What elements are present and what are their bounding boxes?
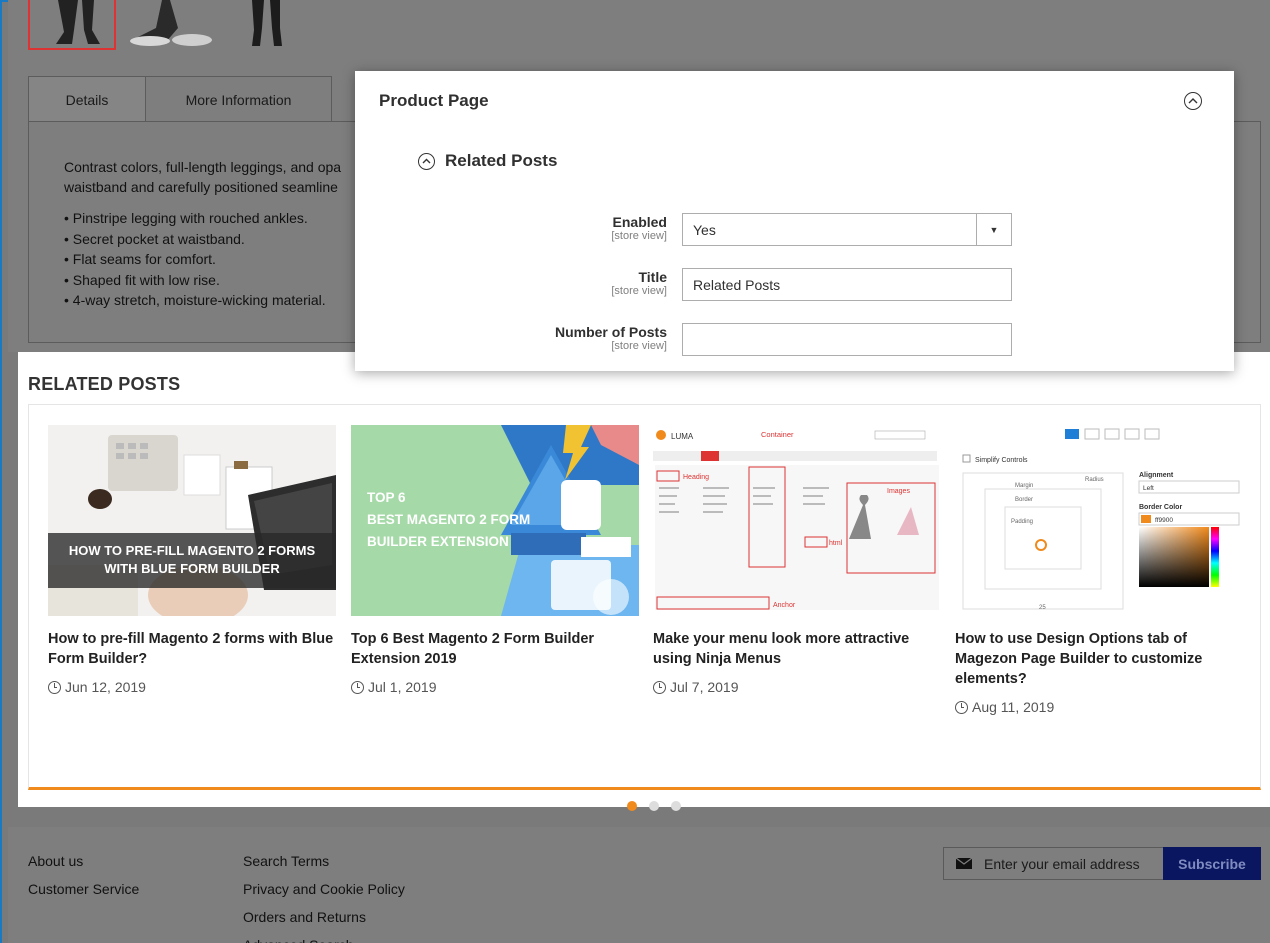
svg-text:Padding: Padding: [1011, 519, 1033, 525]
post-thumbnail[interactable]: Simplify Controls Margin Border Padding …: [955, 425, 1243, 616]
config-modal: Product Page Related Posts Enabled [stor…: [355, 71, 1234, 371]
collapse-icon[interactable]: [418, 152, 435, 170]
list-item: • Pinstripe legging with rouched ankles.: [64, 210, 308, 226]
post-card-4[interactable]: Simplify Controls Margin Border Padding …: [955, 425, 1243, 715]
clock-icon: [653, 680, 666, 694]
post-title[interactable]: How to pre-fill Magento 2 forms with Blu…: [48, 629, 336, 669]
related-posts-block: RELATED POSTS HOW TO PRE-FILL MAGENTO 2 …: [18, 352, 1270, 811]
chevron-down-icon[interactable]: ▼: [976, 214, 1011, 245]
title-input[interactable]: Related Posts: [682, 268, 1012, 301]
svg-text:Heading: Heading: [683, 474, 709, 481]
feature-list: • Pinstripe legging with rouched ankles.…: [64, 208, 326, 311]
svg-text:25: 25: [1039, 605, 1046, 611]
post-title[interactable]: How to use Design Options tab of Magezon…: [955, 629, 1243, 689]
field-label-enabled: Enabled [store view]: [611, 214, 667, 242]
thumbnail-1[interactable]: [28, 0, 116, 50]
section-title: Related Posts: [445, 151, 558, 170]
post-date: Jun 12, 2019: [48, 679, 336, 695]
svg-text:Images: Images: [887, 488, 910, 495]
svg-text:Radius: Radius: [1085, 477, 1104, 483]
svg-text:Alignment: Alignment: [1139, 472, 1174, 479]
footer-link-orders-returns[interactable]: Orders and Returns: [243, 903, 405, 931]
tab-details[interactable]: Details: [28, 76, 146, 122]
list-item: • Flat seams for comfort.: [64, 251, 216, 267]
clock-icon: [955, 700, 968, 714]
field-label-number-of-posts: Number of Posts [store view]: [554, 324, 667, 352]
footer-link-search-terms[interactable]: Search Terms: [243, 847, 405, 875]
related-posts-carousel: HOW TO PRE-FILL MAGENTO 2 FORMS WITH BLUE…: [28, 404, 1261, 811]
related-posts-heading: RELATED POSTS: [28, 374, 181, 394]
footer-link-privacy[interactable]: Privacy and Cookie Policy: [243, 875, 405, 903]
footer-link-customer-service[interactable]: Customer Service: [28, 875, 139, 903]
post-date: Jul 1, 2019: [351, 679, 639, 695]
post-thumbnail[interactable]: TOP 6 BEST MAGENTO 2 FORM BUILDER EXTENSIO…: [351, 425, 639, 616]
footer: About us Customer Service Search Terms P…: [8, 827, 1270, 943]
clock-icon: [351, 680, 364, 694]
product-tabs: Details More Information: [28, 76, 332, 122]
svg-text:Container: Container: [761, 430, 794, 439]
number-of-posts-input[interactable]: [682, 323, 1012, 356]
list-item: • Shaped fit with low rise.: [64, 271, 220, 288]
svg-text:Left: Left: [1143, 485, 1154, 492]
list-item: • 4-way stretch, moisture-wicking materi…: [64, 292, 326, 308]
svg-text:Border Color: Border Color: [1139, 504, 1182, 511]
tab-more-information[interactable]: More Information: [146, 76, 332, 122]
description-line-1: Contrast colors, full-length leggings, a…: [64, 159, 342, 175]
post-thumbnail[interactable]: HOW TO PRE-FILL MAGENTO 2 FORMS WITH BLUE…: [48, 425, 336, 616]
svg-text:Border: Border: [1015, 497, 1033, 503]
carousel-dots: [627, 801, 681, 811]
post-thumbnail[interactable]: LUMA Container Heading Images html Ancho…: [653, 425, 941, 616]
footer-link-advanced-search[interactable]: Advanced Search: [243, 931, 405, 943]
carousel-dot-2[interactable]: [649, 801, 659, 811]
product-thumbnails: [28, 0, 312, 50]
post-title[interactable]: Top 6 Best Magento 2 Form Builder Extens…: [351, 629, 639, 669]
svg-text:Anchor: Anchor: [773, 602, 796, 609]
post-date: Jul 7, 2019: [653, 679, 941, 695]
post-card-2[interactable]: TOP 6 BEST MAGENTO 2 FORM BUILDER EXTENSIO…: [351, 425, 639, 695]
modal-title: Product Page: [379, 91, 489, 110]
collapse-icon[interactable]: [1184, 92, 1202, 110]
product-description: Contrast colors, full-length leggings, a…: [64, 157, 384, 197]
envelope-icon: [956, 858, 972, 869]
carousel-dot-3[interactable]: [671, 801, 681, 811]
list-item: • Secret pocket at waistband.: [64, 230, 245, 247]
svg-text:Simplify Controls: Simplify Controls: [975, 457, 1028, 464]
thumbnail-2[interactable]: [126, 0, 214, 50]
post-card-1[interactable]: HOW TO PRE-FILL MAGENTO 2 FORMS WITH BLUE…: [48, 425, 336, 695]
footer-links-2: Search Terms Privacy and Cookie Policy O…: [243, 847, 405, 943]
post-title[interactable]: Make your menu look more attractive usin…: [653, 629, 941, 669]
svg-text:html: html: [829, 540, 843, 547]
email-placeholder: Enter your email address: [984, 855, 1140, 872]
description-line-2: waistband and carefully positioned seaml…: [64, 179, 338, 195]
svg-text:Margin: Margin: [1015, 483, 1033, 489]
thumbnail-3[interactable]: [224, 0, 312, 50]
enabled-select[interactable]: Yes ▼: [682, 213, 1012, 246]
svg-text:LUMA: LUMA: [671, 432, 694, 441]
svg-text:ff9900: ff9900: [1155, 517, 1173, 524]
post-banner: HOW TO PRE-FILL MAGENTO 2 FORMS WITH BLUE…: [48, 533, 336, 588]
post-card-3[interactable]: LUMA Container Heading Images html Ancho…: [653, 425, 941, 695]
field-label-title: Title [store view]: [611, 269, 667, 297]
footer-link-about-us[interactable]: About us: [28, 847, 139, 875]
newsletter-email-field[interactable]: Enter your email address: [943, 847, 1164, 880]
post-date: Aug 11, 2019: [955, 699, 1243, 715]
carousel-dot-1[interactable]: [627, 801, 637, 811]
footer-links-1: About us Customer Service: [28, 847, 139, 903]
section-header[interactable]: Related Posts: [418, 151, 557, 171]
clock-icon: [48, 680, 61, 694]
subscribe-button[interactable]: Subscribe: [1163, 847, 1261, 880]
post-banner: TOP 6 BEST MAGENTO 2 FORM BUILDER EXTENSIO…: [367, 490, 531, 549]
